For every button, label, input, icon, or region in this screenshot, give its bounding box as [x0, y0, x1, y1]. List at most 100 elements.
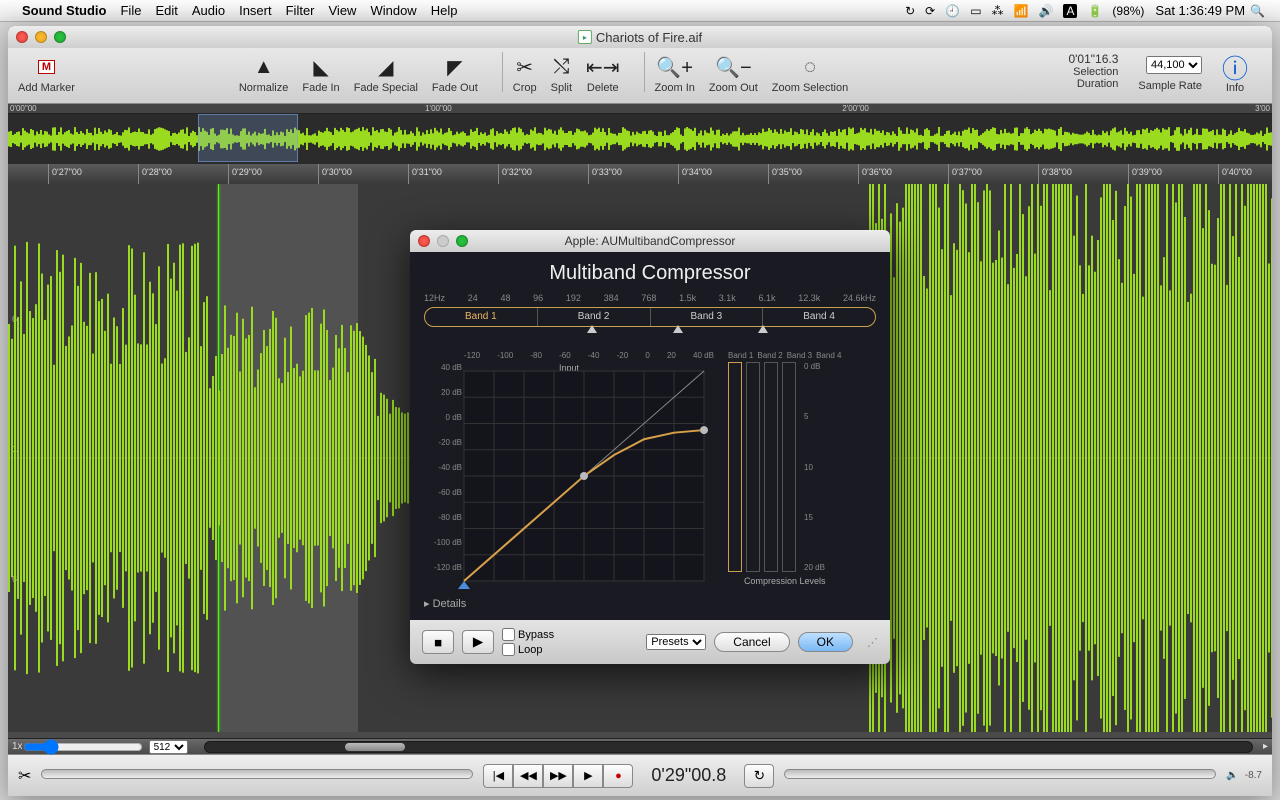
app-menu[interactable]: Sound Studio [22, 3, 106, 18]
menu-help[interactable]: Help [431, 3, 458, 18]
sample-rate-select[interactable]: 44,100 [1146, 56, 1202, 74]
stop-preview-button[interactable]: ■ [422, 630, 454, 654]
document-proxy-icon[interactable]: ▸ [578, 30, 592, 44]
fade-out-icon: ◤ [447, 52, 462, 82]
menu-file[interactable]: File [120, 3, 141, 18]
crossover-handle-2[interactable] [673, 325, 683, 333]
details-disclosure[interactable]: ▸ Details [424, 597, 876, 610]
zoom-out-button[interactable]: 🔍−Zoom Out [709, 52, 758, 94]
overview-waveform[interactable]: 0'00"00 1'00"00 2'00"00 3'00 [8, 104, 1272, 164]
dialog-close-button[interactable] [418, 235, 430, 247]
band-tab-3[interactable]: Band 3 [651, 308, 764, 326]
scrub-slider-left[interactable] [41, 769, 473, 783]
loop-label: Loop [518, 644, 542, 656]
zoom-slider[interactable] [23, 742, 143, 752]
sync-icon[interactable]: ↻ [905, 4, 915, 18]
fade-special-button[interactable]: ◢Fade Special [354, 52, 418, 94]
normalize-button[interactable]: ▲Normalize [239, 52, 289, 94]
meter-band-4 [782, 362, 796, 572]
minimize-window-button[interactable] [35, 31, 47, 43]
text-input-icon[interactable]: A [1063, 4, 1077, 18]
loop-checkbox[interactable]: Loop [502, 643, 554, 656]
crop-label: Crop [513, 82, 537, 94]
dialog-min-button [437, 235, 449, 247]
cancel-button[interactable]: Cancel [714, 632, 789, 652]
display-icon[interactable]: ▭ [970, 4, 981, 18]
speaker-icon: 🔈 [1226, 770, 1238, 781]
fade-out-button[interactable]: ◤Fade Out [432, 52, 478, 94]
fastfwd-button[interactable]: ▶▶ [543, 764, 573, 788]
zoom-selection-button[interactable]: ◌Zoom Selection [772, 52, 848, 94]
meter-db-label: 10 [804, 463, 825, 472]
ovr-tick: 2'00"00 [842, 104, 869, 113]
menu-filter[interactable]: Filter [286, 3, 315, 18]
timeline-ruler[interactable]: 0'27"000'28"000'29"000'30"000'31"000'32"… [8, 164, 1272, 184]
split-button[interactable]: ⤭Split [551, 52, 572, 94]
play-preview-button[interactable]: ▶ [462, 630, 494, 654]
window-titlebar[interactable]: ▸ Chariots of Fire.aif [8, 26, 1272, 48]
band-tab-4[interactable]: Band 4 [763, 308, 875, 326]
horizontal-scrollbar[interactable] [204, 741, 1253, 753]
au-plugin-dialog: Apple: AUMultibandCompressor Multiband C… [410, 230, 890, 664]
volume-icon[interactable]: 🔊 [1038, 4, 1053, 18]
fade-special-label: Fade Special [354, 82, 418, 94]
rewind-button[interactable]: ◀◀ [513, 764, 543, 788]
crossover-handle-1[interactable] [587, 325, 597, 333]
zoom-in-button[interactable]: 🔍+Zoom In [655, 52, 695, 94]
freq-tick: 24 [468, 293, 478, 303]
presets-select[interactable]: Presets [646, 634, 706, 650]
selection-duration-value: 0'01"16.3 [1068, 52, 1118, 66]
overview-ruler: 0'00"00 1'00"00 2'00"00 3'00 [8, 104, 1272, 114]
overview-selection[interactable] [198, 114, 298, 162]
zoom-size-select[interactable]: 512 [149, 740, 188, 754]
info-label: Info [1226, 82, 1244, 94]
add-marker-button[interactable]: M Add Marker [18, 52, 75, 94]
wifi-icon[interactable]: 📶 [1014, 4, 1029, 18]
timemachine-icon[interactable]: 🕘 [945, 4, 960, 18]
sync2-icon[interactable]: ⟳ [925, 4, 935, 18]
close-window-button[interactable] [16, 31, 28, 43]
fade-in-icon: ◣ [313, 52, 328, 82]
zoom-out-label: Zoom Out [709, 82, 758, 94]
spotlight-icon[interactable]: 🔍 [1250, 4, 1265, 18]
dialog-titlebar[interactable]: Apple: AUMultibandCompressor [410, 230, 890, 252]
fade-in-button[interactable]: ◣Fade In [302, 52, 339, 94]
split-icon: ⤭ [553, 52, 569, 82]
battery-icon[interactable]: 🔋 [1087, 4, 1102, 18]
ruler-tick: 0'28"00 [138, 164, 172, 184]
menubar-clock[interactable]: Sat 1:36:49 PM [1155, 3, 1245, 18]
ruler-tick: 0'39"00 [1128, 164, 1162, 184]
scrub-left-icon: ✂ [18, 766, 31, 786]
menu-insert[interactable]: Insert [239, 3, 272, 18]
delete-button[interactable]: ⇤⇥Delete [586, 52, 620, 94]
rewind-start-button[interactable]: |◀ [483, 764, 513, 788]
plugin-heading: Multiband Compressor [424, 262, 876, 285]
compression-curve-chart[interactable]: -120-100-80-60-40-2002040 dB Input 40 dB… [424, 351, 714, 591]
volume-slider[interactable] [784, 769, 1216, 783]
meter-band-1 [728, 362, 742, 572]
bluetooth-icon[interactable]: ⁂ [992, 4, 1004, 18]
menu-window[interactable]: Window [370, 3, 416, 18]
bypass-checkbox[interactable]: Bypass [502, 628, 554, 641]
meter-db-label: 20 dB [804, 563, 825, 572]
ok-button[interactable]: OK [798, 632, 853, 652]
freq-tick: 24.6kHz [843, 293, 876, 303]
resize-grip-icon[interactable]: ⋰ [867, 636, 878, 649]
band-tab-1[interactable]: Band 1 [425, 308, 538, 326]
band-tabs[interactable]: Band 1 Band 2 Band 3 Band 4 [424, 307, 876, 327]
meters-caption: Compression Levels [728, 576, 841, 586]
crop-button[interactable]: ✂Crop [513, 52, 537, 94]
play-button[interactable]: ▶ [573, 764, 603, 788]
dialog-zoom-button[interactable] [456, 235, 468, 247]
zoom-window-button[interactable] [54, 31, 66, 43]
scrollbar-thumb[interactable] [345, 743, 405, 751]
crossover-handle-3[interactable] [758, 325, 768, 333]
info-button[interactable]: ⓘ Info [1222, 52, 1248, 94]
loop-toggle-button[interactable]: ↻ [744, 764, 774, 788]
menu-edit[interactable]: Edit [155, 3, 177, 18]
menu-view[interactable]: View [329, 3, 357, 18]
scroll-right-button[interactable]: ▸ [1263, 741, 1268, 752]
band-tab-2[interactable]: Band 2 [538, 308, 651, 326]
record-button[interactable]: ● [603, 764, 633, 788]
menu-audio[interactable]: Audio [192, 3, 225, 18]
